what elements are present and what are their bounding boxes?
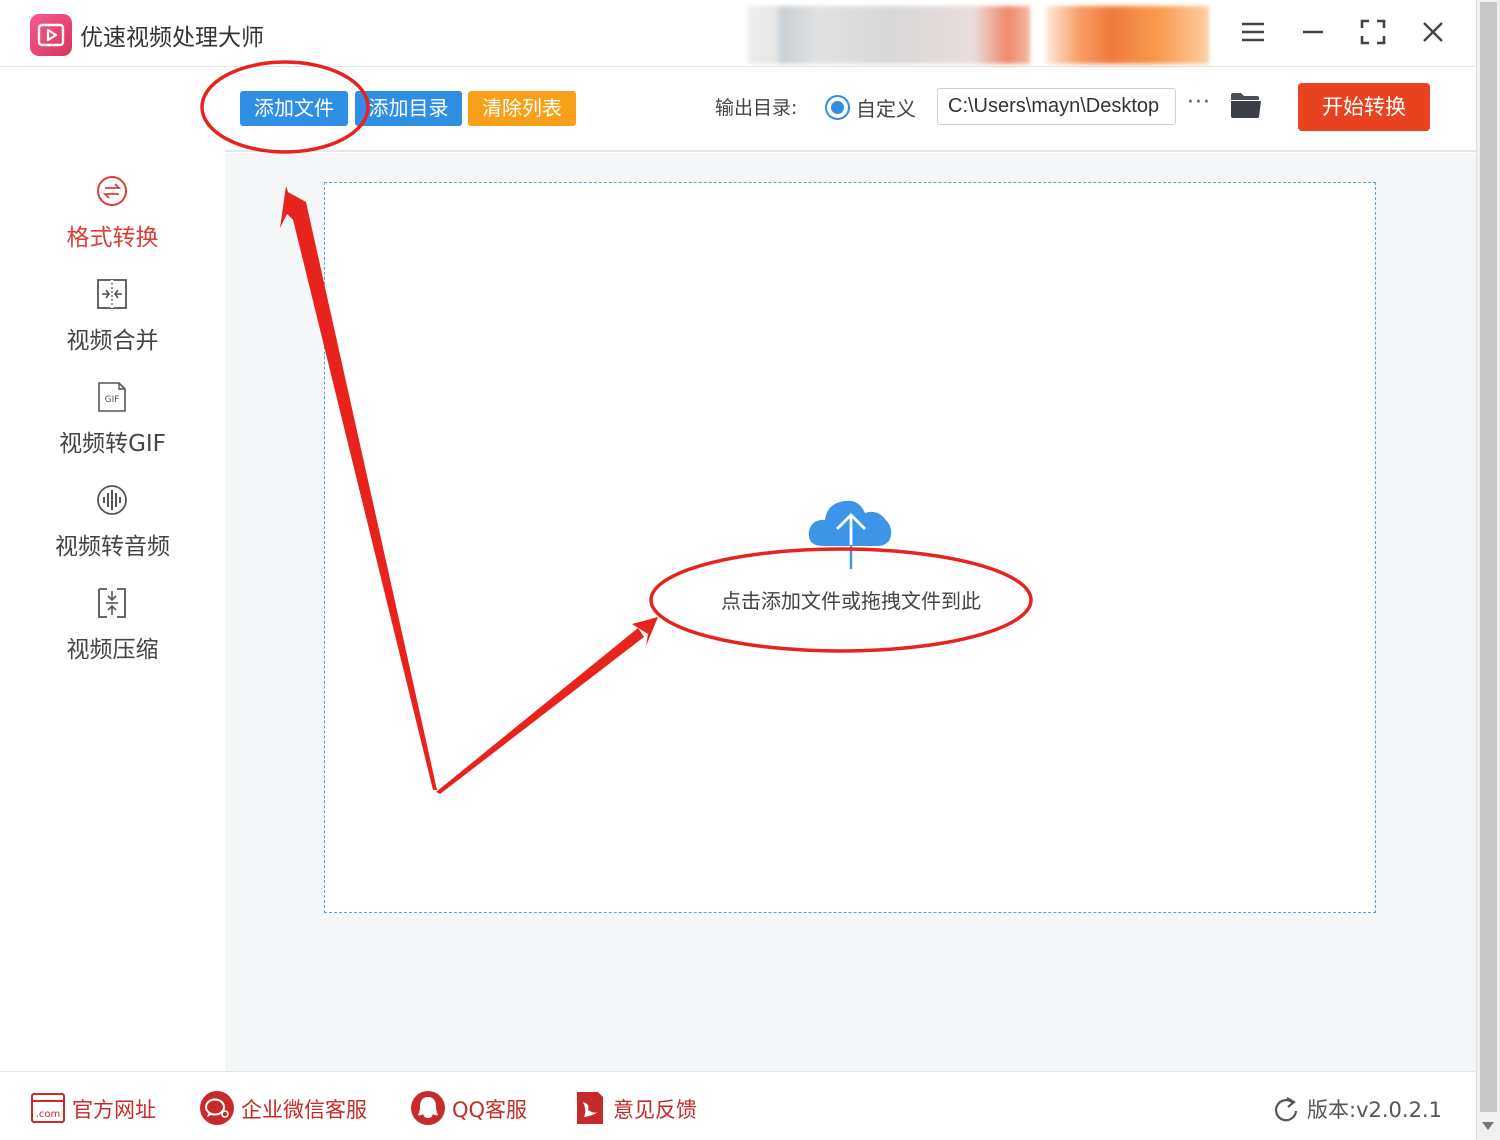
minimize-button[interactable] xyxy=(1293,12,1333,52)
scrollbar-thumb[interactable] xyxy=(1480,2,1497,1112)
blurred-region xyxy=(748,6,1030,64)
sidebar-item-label: 格式转换 xyxy=(66,225,159,251)
add-file-button[interactable]: 添加文件 xyxy=(240,91,348,126)
website-link[interactable]: .com 官方网址 xyxy=(30,1090,160,1126)
qq-service-label: QQ客服 xyxy=(452,1098,528,1122)
open-folder-button[interactable] xyxy=(1229,90,1263,120)
drop-zone-hint: 点击添加文件或拖拽文件到此 xyxy=(721,589,981,613)
format-convert-icon xyxy=(97,176,127,206)
sidebar-item-label: 视频转GIF xyxy=(59,431,166,457)
menu-button[interactable] xyxy=(1233,12,1273,52)
start-convert-button[interactable]: 开始转换 xyxy=(1298,83,1430,131)
svg-text:.com: .com xyxy=(36,1109,61,1120)
clear-list-button[interactable]: 清除列表 xyxy=(468,91,576,126)
sidebar-item-label: 视频压缩 xyxy=(66,637,159,663)
file-drop-zone[interactable]: 点击添加文件或拖拽文件到此 xyxy=(324,182,1376,913)
custom-radio-label[interactable]: 自定义 xyxy=(856,93,916,122)
output-directory-label: 输出目录: xyxy=(715,97,798,119)
maximize-button[interactable] xyxy=(1353,12,1393,52)
close-icon xyxy=(1423,22,1443,42)
hamburger-menu-icon xyxy=(1242,22,1264,42)
sidebar-item-video-compress[interactable]: 视频压缩 xyxy=(0,586,225,676)
gif-icon: GIF xyxy=(98,382,126,412)
website-icon: .com xyxy=(31,1093,65,1123)
sidebar-item-video-to-gif[interactable]: GIF 视频转GIF xyxy=(0,380,225,470)
sidebar-item-label: 视频转音频 xyxy=(55,534,170,560)
scroll-down-arrow-icon[interactable] xyxy=(1482,1122,1494,1130)
vertical-scrollbar[interactable] xyxy=(1476,0,1500,1140)
minimize-icon xyxy=(1303,30,1323,34)
title-bar: 优速视频处理大师 xyxy=(0,0,1476,67)
feedback-icon xyxy=(577,1092,603,1124)
folder-icon xyxy=(1231,93,1261,118)
fullscreen-icon xyxy=(1360,19,1386,45)
custom-radio[interactable] xyxy=(825,95,850,120)
close-button[interactable] xyxy=(1413,12,1453,52)
version-text: 版本:v2.0.2.1 xyxy=(1307,1098,1442,1122)
wechat-service-link[interactable]: 企业微信客服 xyxy=(199,1090,374,1126)
add-directory-button[interactable]: 添加目录 xyxy=(355,91,462,126)
audio-icon xyxy=(97,485,127,515)
feedback-link[interactable]: 意见反馈 xyxy=(572,1090,702,1126)
wechat-icon xyxy=(200,1091,234,1125)
more-options-button[interactable]: ··· xyxy=(1187,90,1213,120)
sidebar-item-format-convert[interactable]: 格式转换 xyxy=(0,174,225,264)
compress-icon xyxy=(98,588,126,618)
website-link-label: 官方网址 xyxy=(72,1098,156,1122)
feedback-label: 意见反馈 xyxy=(613,1098,697,1122)
qq-service-link[interactable]: QQ客服 xyxy=(410,1090,535,1126)
sidebar-item-video-merge[interactable]: 视频合并 xyxy=(0,277,225,367)
output-path-input[interactable]: C:\Users\mayn\Desktop xyxy=(937,88,1176,125)
blurred-region-2 xyxy=(1046,6,1209,64)
refresh-icon xyxy=(1274,1097,1298,1122)
svg-text:GIF: GIF xyxy=(105,395,120,405)
footer: .com 官方网址 企业微信客服 QQ客服 意见反馈 版本:v2.0.2.1 xyxy=(0,1071,1476,1140)
sidebar-item-label: 视频合并 xyxy=(66,328,159,354)
app-logo-icon xyxy=(30,14,72,56)
wechat-service-label: 企业微信客服 xyxy=(241,1098,367,1122)
sidebar-item-video-to-audio[interactable]: 视频转音频 xyxy=(0,483,225,573)
toolbar: 添加文件 添加目录 清除列表 输出目录: 自定义 C:\Users\mayn\D… xyxy=(225,68,1476,152)
main-area: 点击添加文件或拖拽文件到此 xyxy=(225,153,1476,1071)
sidebar: 格式转换 视频合并 GIF 视频转GIF 视频转音频 视频压缩 xyxy=(0,68,225,1071)
app-title: 优速视频处理大师 xyxy=(80,25,264,51)
merge-icon xyxy=(97,279,127,309)
qq-icon xyxy=(411,1091,445,1125)
cloud-upload-icon xyxy=(808,500,892,569)
